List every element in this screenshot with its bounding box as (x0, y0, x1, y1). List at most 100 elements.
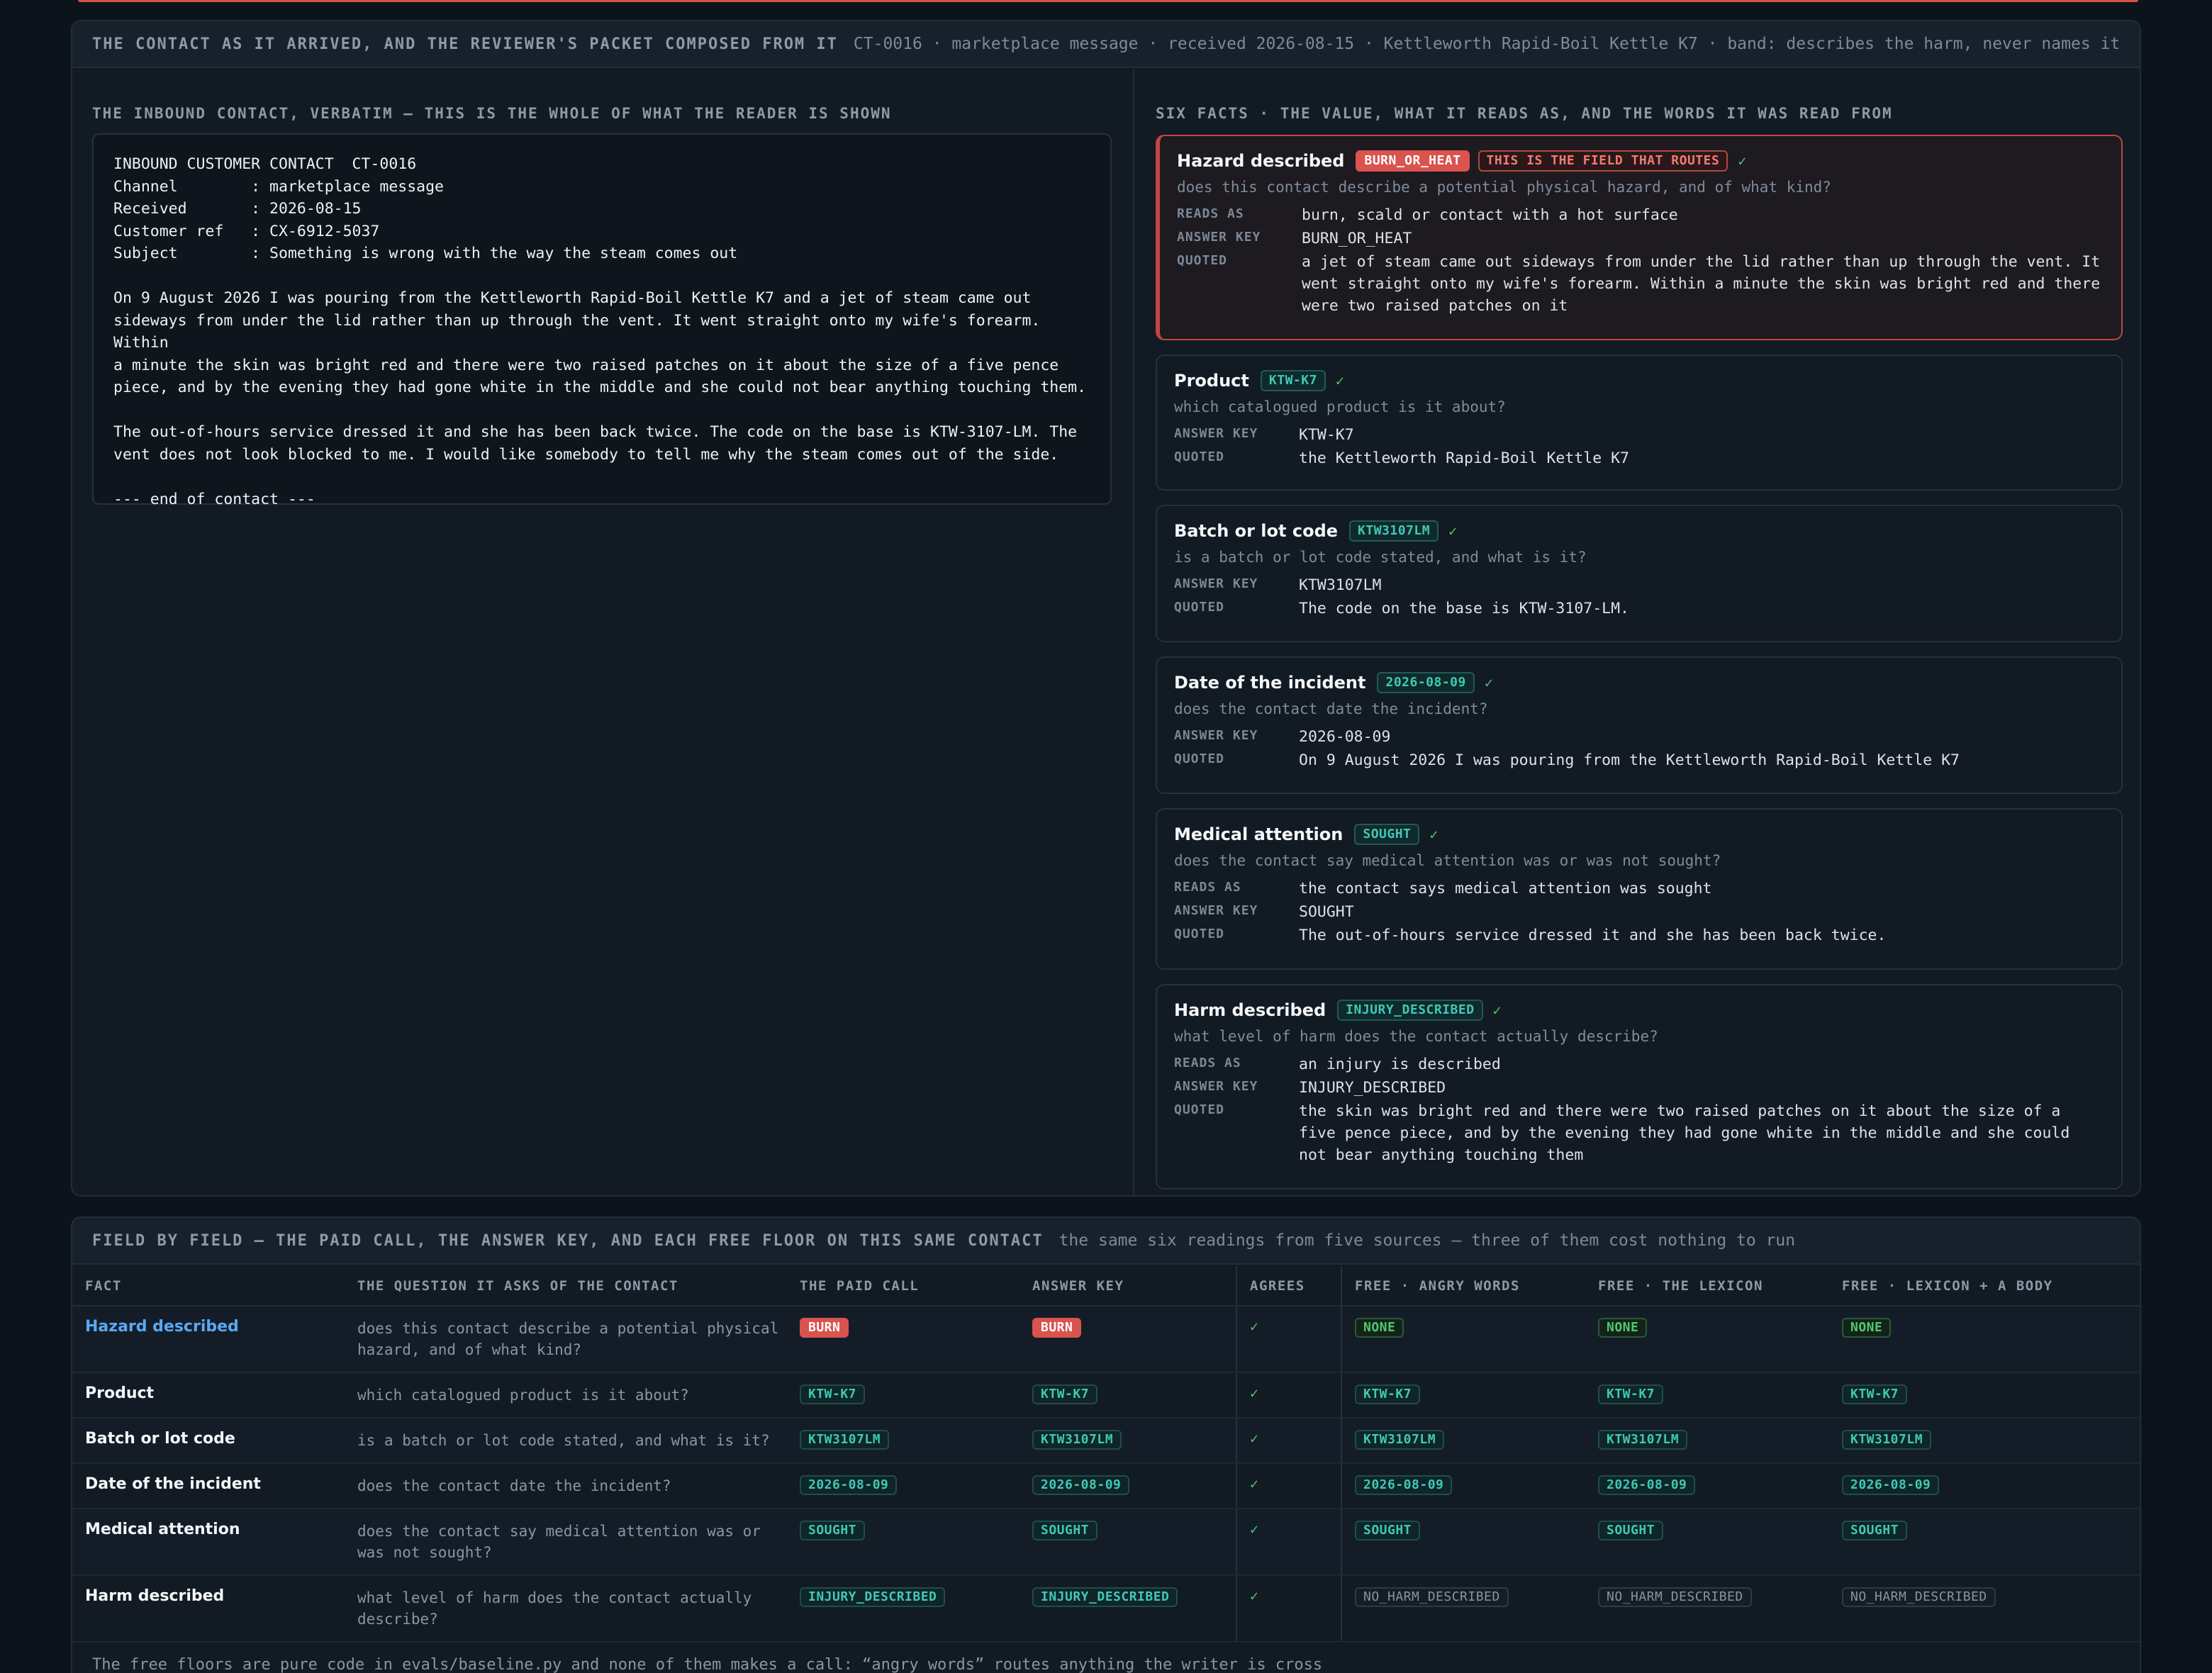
fact-card-batch[interactable]: Batch or lot code KTW3107LM ✓ is a batch… (1156, 505, 2123, 642)
fact-question: what level of harm does the contact actu… (1174, 1028, 1658, 1045)
lexicon-body-chip: NONE (1842, 1318, 1892, 1338)
reads-as-label: READS AS (1177, 206, 1244, 221)
check-icon: ✓ (1250, 1587, 1259, 1604)
answer-key-label: ANSWER KEY (1174, 576, 1258, 591)
contact-verbatim-box: INBOUND CUSTOMER CONTACT CT-0016 Channel… (92, 133, 1112, 508)
table-row: Hazard described does this contact descr… (72, 1306, 2140, 1373)
paid-call-chip: 2026-08-09 (800, 1475, 898, 1495)
check-icon: ✓ (1429, 826, 1439, 843)
row-question: does the contact say medical attention w… (345, 1509, 787, 1576)
fact-value-chip: 2026-08-09 (1377, 672, 1475, 693)
table-row: Medical attention does the contact say m… (72, 1509, 2140, 1576)
lexicon-chip: 2026-08-09 (1598, 1475, 1696, 1495)
row-fact: Product (85, 1384, 155, 1402)
row-question: is a batch or lot code stated, and what … (345, 1418, 787, 1464)
lexicon-body-chip: KTW-K7 (1842, 1384, 1908, 1404)
answer-key-chip: BURN (1032, 1318, 1082, 1338)
top-accent-line (78, 0, 2138, 2)
quoted-label: QUOTED (1174, 449, 1225, 464)
fact-name: Harm described (1174, 1000, 1326, 1020)
angry-words-chip: SOUGHT (1355, 1521, 1421, 1540)
quoted-value: the Kettleworth Rapid-Boil Kettle K7 (1299, 449, 1629, 467)
fact-card-harm[interactable]: Harm described INJURY_DESCRIBED ✓ what l… (1156, 984, 2123, 1190)
check-icon: ✓ (1492, 1002, 1502, 1019)
col-header-paid-call: THE PAID CALL (787, 1266, 1020, 1306)
lexicon-body-chip: SOUGHT (1842, 1521, 1908, 1540)
answer-key-value: 2026-08-09 (1299, 728, 1391, 746)
col-header-lexicon: FREE · THE LEXICON (1585, 1266, 1829, 1306)
answer-key-label: ANSWER KEY (1174, 903, 1258, 918)
table-row: Harm described what level of harm does t… (72, 1575, 2140, 1643)
paid-call-chip: KTW3107LM (800, 1430, 890, 1450)
comparison-table: FACT THE QUESTION IT ASKS OF THE CONTACT… (72, 1266, 2140, 1643)
check-icon: ✓ (1250, 1475, 1259, 1492)
answer-key-chip: INJURY_DESCRIBED (1032, 1587, 1178, 1607)
lexicon-chip: SOUGHT (1598, 1521, 1664, 1540)
answer-key-value: KTW3107LM (1299, 576, 1382, 594)
comparison-subtitle: the same six readings from five sources … (1058, 1231, 1796, 1250)
angry-words-chip: KTW3107LM (1355, 1430, 1445, 1450)
table-row: Date of the incident does the contact da… (72, 1463, 2140, 1509)
paid-call-chip: KTW-K7 (800, 1384, 866, 1404)
answer-key-value: INJURY_DESCRIBED (1299, 1079, 1446, 1097)
check-icon: ✓ (1738, 152, 1747, 169)
table-row: Product which catalogued product is it a… (72, 1372, 2140, 1419)
lexicon-body-chip: KTW3107LM (1842, 1430, 1932, 1450)
fact-value-chip: SOUGHT (1354, 824, 1420, 845)
quoted-label: QUOTED (1174, 600, 1225, 615)
table-header-row: FACT THE QUESTION IT ASKS OF THE CONTACT… (72, 1266, 2140, 1306)
facts-column: SIX FACTS · THE VALUE, WHAT IT READS AS,… (1136, 69, 2140, 1195)
contact-column: THE INBOUND CONTACT, VERBATIM — THIS IS … (72, 69, 1134, 1195)
comparison-header: FIELD BY FIELD — THE PAID CALL, THE ANSW… (72, 1218, 2140, 1265)
fact-name: Medical attention (1174, 824, 1344, 844)
row-fact: Harm described (85, 1587, 225, 1605)
quoted-label: QUOTED (1174, 751, 1225, 766)
fact-value-chip: INJURY_DESCRIBED (1337, 1000, 1483, 1021)
check-icon: ✓ (1448, 522, 1458, 539)
answer-key-chip: SOUGHT (1032, 1521, 1098, 1540)
quoted-value: a jet of steam came out sideways from un… (1302, 253, 2101, 315)
check-icon: ✓ (1335, 372, 1344, 389)
angry-words-chip: NO_HARM_DESCRIBED (1355, 1587, 1509, 1607)
packet-title: THE CONTACT AS IT ARRIVED, AND THE REVIE… (92, 35, 838, 53)
angry-words-chip: KTW-K7 (1355, 1384, 1421, 1404)
baseline-footnote: The free floors are pure code in evals/b… (92, 1656, 1323, 1673)
check-icon: ✓ (1250, 1521, 1259, 1538)
row-fact: Date of the incident (85, 1475, 261, 1493)
packet-panel: THE CONTACT AS IT ARRIVED, AND THE REVIE… (71, 20, 2141, 1197)
check-icon: ✓ (1250, 1430, 1259, 1447)
answer-key-chip: 2026-08-09 (1032, 1475, 1130, 1495)
row-question: which catalogued product is it about? (345, 1372, 787, 1419)
row-fact: Medical attention (85, 1521, 240, 1538)
fact-question: is a batch or lot code stated, and what … (1174, 549, 1587, 566)
quoted-value: the skin was bright red and there were t… (1299, 1102, 2070, 1164)
reads-as-value: the contact says medical attention was s… (1299, 880, 1712, 897)
row-fact: Batch or lot code (85, 1430, 235, 1448)
quoted-value: The code on the base is KTW-3107-LM. (1299, 600, 1629, 617)
fact-card-hazard[interactable]: Hazard described BURN_OR_HEAT THIS IS TH… (1156, 135, 2123, 340)
angry-words-chip: NONE (1355, 1318, 1404, 1338)
lexicon-body-chip: 2026-08-09 (1842, 1475, 1940, 1495)
fact-card-date[interactable]: Date of the incident 2026-08-09 ✓ does t… (1156, 656, 2123, 794)
answer-key-value: KTW-K7 (1299, 426, 1354, 444)
fact-name: Batch or lot code (1174, 521, 1339, 541)
fact-question: does the contact date the incident? (1174, 700, 1488, 717)
angry-words-chip: 2026-08-09 (1355, 1475, 1453, 1495)
reads-as-label: READS AS (1174, 1056, 1241, 1070)
fact-question: does the contact say medical attention w… (1174, 852, 1721, 869)
row-question: what level of harm does the contact actu… (345, 1575, 787, 1643)
reads-as-label: READS AS (1174, 880, 1241, 895)
answer-key-label: ANSWER KEY (1177, 230, 1261, 245)
facts-column-label: SIX FACTS · THE VALUE, WHAT IT READS AS,… (1156, 105, 1893, 122)
contact-verbatim-text: INBOUND CUSTOMER CONTACT CT-0016 Channel… (113, 155, 1087, 508)
col-header-agrees: AGREES (1236, 1266, 1341, 1306)
fact-name: Hazard described (1177, 151, 1345, 171)
col-header-question: THE QUESTION IT ASKS OF THE CONTACT (345, 1266, 787, 1306)
fact-link-hazard[interactable]: Hazard described (85, 1318, 239, 1336)
col-header-fact: FACT (72, 1266, 345, 1306)
fact-card-product[interactable]: Product KTW-K7 ✓ which catalogued produc… (1156, 354, 2123, 491)
fact-card-medical[interactable]: Medical attention SOUGHT ✓ does the cont… (1156, 808, 2123, 970)
row-question: does this contact describe a potential p… (345, 1306, 787, 1373)
table-row: Batch or lot code is a batch or lot code… (72, 1418, 2140, 1464)
fact-value-chip: KTW3107LM (1349, 520, 1439, 542)
